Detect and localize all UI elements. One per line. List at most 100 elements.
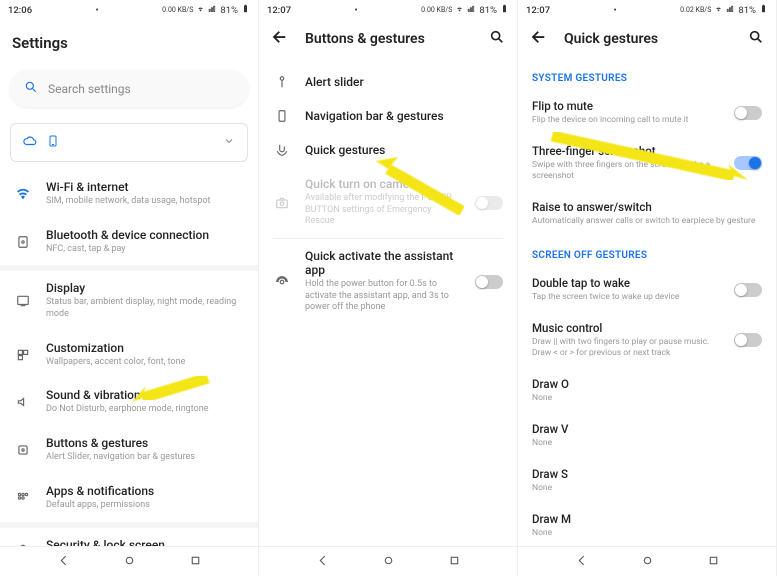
phone-icon: [47, 135, 59, 150]
notification-dot-icon: •: [96, 5, 99, 16]
net-speed: 0.00 KB/S: [421, 7, 452, 14]
row-title: Flip to mute: [532, 99, 720, 113]
qg-list: SYSTEM GESTURES Flip to mute Flip the dev…: [518, 59, 776, 546]
toggle-double-tap[interactable]: [734, 283, 762, 297]
row-security[interactable]: Security & lock screenFingerprint, Face …: [0, 528, 258, 547]
row-title: Draw V: [532, 422, 762, 436]
toggle-music[interactable]: [734, 333, 762, 347]
sound-icon: [14, 395, 32, 409]
back-nav-icon[interactable]: [575, 554, 588, 570]
status-bar: 12:07 • 0.02 KB/S 81%: [518, 0, 776, 20]
quick-gestures-pane: 12:07 • 0.02 KB/S 81% Quick gestures SYS…: [518, 0, 777, 576]
row-three-finger-screenshot[interactable]: Three-finger screenshotSwipe with three …: [518, 135, 776, 191]
search-icon[interactable]: [748, 29, 764, 48]
wifi-icon: [455, 4, 464, 16]
toggle-three-finger[interactable]: [734, 156, 762, 170]
page-title: Settings: [12, 34, 68, 52]
recent-nav-icon[interactable]: [707, 554, 720, 570]
section-system-gestures: SYSTEM GESTURES: [518, 59, 776, 90]
section-screen-off: SCREEN OFF GESTURES: [518, 236, 776, 267]
toggle-camera: [475, 196, 503, 210]
status-bar: 12:07 • 0.00 KB/S 81%: [259, 0, 517, 20]
back-nav-icon[interactable]: [57, 554, 70, 570]
row-title: Quick gestures: [305, 143, 503, 157]
page-title: Buttons & gestures: [305, 31, 473, 47]
row-alert-slider[interactable]: Alert slider: [259, 65, 517, 99]
row-customization[interactable]: Customization Wallpapers, accent color, f…: [0, 331, 258, 379]
toggle-flip-mute[interactable]: [734, 106, 762, 120]
row-sub: Wallpapers, accent color, font, tone: [46, 357, 244, 369]
row-sub: Hold the power button for 0.5s to activa…: [305, 279, 461, 314]
recent-nav-icon[interactable]: [189, 554, 202, 570]
row-title: Draw S: [532, 467, 762, 481]
row-sub: Status bar, ambient display, night mode,…: [46, 297, 244, 320]
row-sub: Default apps, permissions: [46, 500, 244, 512]
search-settings[interactable]: Search settings: [10, 70, 248, 107]
recent-nav-icon[interactable]: [448, 554, 461, 570]
row-sub: None: [532, 438, 762, 449]
row-raise-answer[interactable]: Raise to answer/switchAutomatically answ…: [518, 191, 776, 236]
row-title: Display: [46, 281, 244, 295]
row-buttons-gestures[interactable]: Buttons & gestures Alert Slider, navigati…: [0, 426, 258, 474]
gestures-icon: [14, 443, 32, 457]
row-title: Sound & vibration: [46, 388, 244, 402]
row-title: Bluetooth & device connection: [46, 228, 244, 242]
battery-pct: 81%: [220, 5, 238, 16]
net-speed: 0.02 KB/S: [680, 7, 711, 14]
signal-icon: [726, 4, 735, 16]
row-wifi-internet[interactable]: Wi-Fi & internetSIM, mobile network, dat…: [0, 170, 258, 218]
battery-icon: [500, 4, 509, 16]
row-sub: Automatically answer calls or switch to …: [532, 216, 762, 227]
nav-bar: [259, 546, 517, 576]
home-nav-icon[interactable]: [382, 554, 395, 570]
toggle-assistant[interactable]: [475, 275, 503, 289]
device-chip[interactable]: [10, 123, 248, 162]
bg-list: Alert slider Navigation bar & gestures Q…: [259, 59, 517, 546]
row-title: Customization: [46, 341, 244, 355]
row-draw-m[interactable]: Draw M None: [518, 503, 776, 546]
row-flip-mute[interactable]: Flip to mute Flip the device on incoming …: [518, 90, 776, 135]
row-title: Draw M: [532, 512, 762, 526]
row-sub: None: [532, 483, 762, 494]
back-nav-icon[interactable]: [316, 554, 329, 570]
back-icon[interactable]: [271, 28, 289, 49]
row-sub: Alert Slider, navigation bar & gestures: [46, 452, 244, 464]
row-draw-o[interactable]: Draw ONone: [518, 368, 776, 413]
camera-icon: [273, 196, 291, 210]
status-bar: 12:06 • 0.00 KB/S 81%: [0, 0, 258, 20]
row-title: Apps & notifications: [46, 484, 244, 498]
row-apps-notif[interactable]: Apps & notifications Default apps, permis…: [0, 474, 258, 522]
row-sub: None: [532, 528, 762, 539]
row-double-tap-wake[interactable]: Double tap to wakeTap the screen twice t…: [518, 267, 776, 312]
home-nav-icon[interactable]: [123, 554, 136, 570]
row-draw-s[interactable]: Draw S None: [518, 458, 776, 503]
row-sound[interactable]: Sound & vibrationDo Not Disturb, earphon…: [0, 378, 258, 426]
header: Buttons & gestures: [259, 20, 517, 59]
row-bluetooth[interactable]: Bluetooth & device connectionNFC, cast, …: [0, 218, 258, 266]
row-navbar-gestures[interactable]: Navigation bar & gestures: [259, 99, 517, 133]
wifi-icon: [196, 4, 205, 16]
row-sub: None: [532, 393, 762, 404]
back-icon[interactable]: [530, 28, 548, 49]
assistant-icon: [273, 275, 291, 289]
row-quick-gestures[interactable]: Quick gestures: [259, 133, 517, 167]
row-music-control[interactable]: Music controlDraw || with two fingers to…: [518, 312, 776, 368]
row-sub: Flip the device on incoming call to mute…: [532, 115, 720, 126]
bluetooth-icon: [14, 235, 32, 249]
wifi-icon: [14, 186, 32, 202]
page-title: Quick gestures: [564, 31, 732, 47]
buttons-gestures-pane: 12:07 • 0.00 KB/S 81% Buttons & gestures…: [259, 0, 518, 576]
row-display[interactable]: Display Status bar, ambient display, nigh…: [0, 271, 258, 330]
apps-icon: [14, 491, 32, 505]
chevron-down-icon: [223, 135, 235, 150]
battery-pct: 81%: [738, 5, 756, 16]
row-draw-v[interactable]: Draw V None: [518, 413, 776, 458]
row-assistant[interactable]: Quick activate the assistant appHold the…: [259, 239, 517, 324]
home-nav-icon[interactable]: [641, 554, 654, 570]
gesture-icon: [273, 143, 291, 157]
search-icon[interactable]: [489, 29, 505, 48]
notification-dot-icon: •: [614, 5, 617, 16]
row-title: Buttons & gestures: [46, 436, 244, 450]
nav-bar: [518, 546, 776, 576]
row-sub: Swipe with three fingers on the screen t…: [532, 160, 720, 182]
